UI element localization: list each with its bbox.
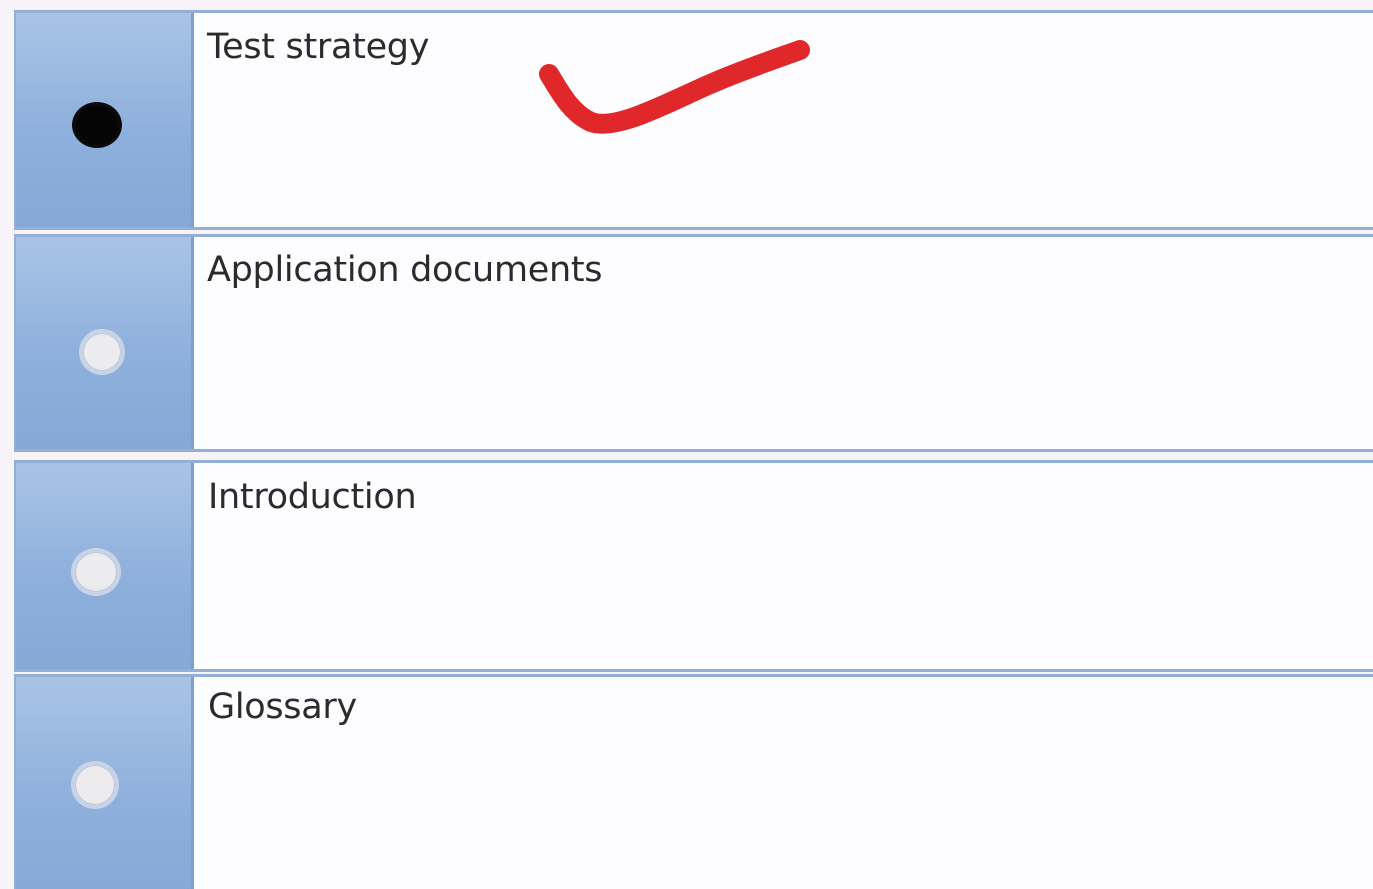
option-selector-cell[interactable] bbox=[16, 677, 194, 889]
radio-button-selected[interactable] bbox=[72, 102, 122, 148]
option-selector-cell[interactable] bbox=[16, 237, 194, 449]
option-label: Application documents bbox=[207, 250, 603, 290]
radio-button[interactable] bbox=[71, 761, 119, 809]
option-row-glossary[interactable]: Glossary bbox=[14, 674, 1373, 889]
option-row-introduction[interactable]: Introduction bbox=[14, 460, 1373, 672]
option-row-test-strategy[interactable]: Test strategy bbox=[14, 10, 1373, 230]
radio-options-panel: Test strategy Application documents Intr… bbox=[0, 0, 1373, 889]
option-selector-cell[interactable] bbox=[16, 463, 194, 669]
option-text-cell[interactable]: Introduction bbox=[194, 463, 1373, 669]
option-label: Introduction bbox=[208, 477, 417, 517]
option-label: Glossary bbox=[208, 687, 357, 727]
radio-button[interactable] bbox=[79, 329, 125, 375]
option-selector-cell[interactable] bbox=[16, 13, 194, 227]
option-text-cell[interactable]: Application documents bbox=[194, 237, 1373, 449]
option-text-cell[interactable]: Test strategy bbox=[194, 13, 1373, 227]
option-row-application-documents[interactable]: Application documents bbox=[14, 234, 1373, 452]
option-label: Test strategy bbox=[207, 27, 430, 67]
radio-button[interactable] bbox=[71, 548, 121, 596]
option-text-cell[interactable]: Glossary bbox=[194, 677, 1373, 889]
